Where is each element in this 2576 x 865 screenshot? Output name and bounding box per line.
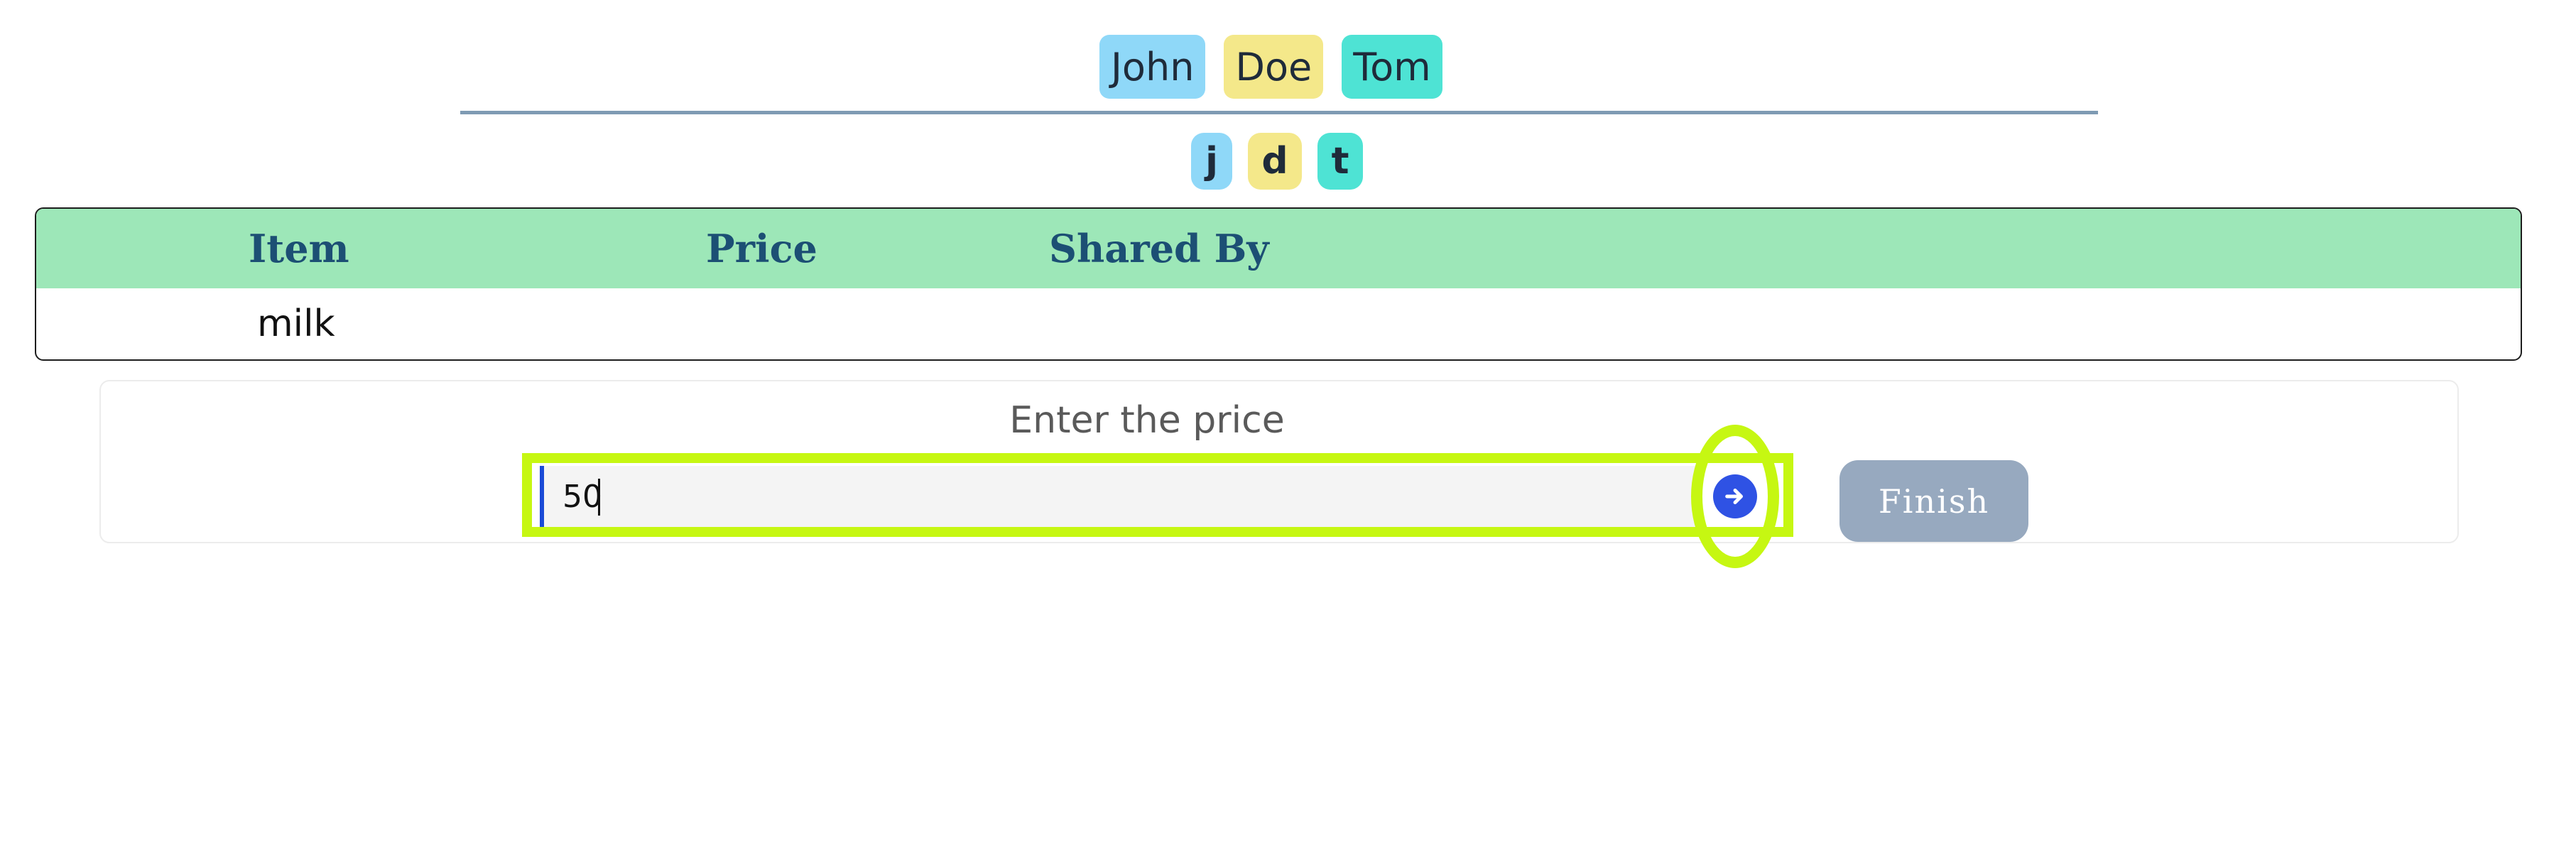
bill-split-page: John Doe Tom j d t Item Price Shared By … xyxy=(0,0,2576,865)
table-header-row xyxy=(36,209,2521,288)
column-header-item: Item xyxy=(249,226,349,271)
person-chip-doe[interactable]: Doe xyxy=(1224,35,1324,99)
person-chip-john[interactable]: John xyxy=(1099,35,1206,99)
items-table: Item Price Shared By milk xyxy=(35,207,2522,361)
initials-list: j d t xyxy=(1191,133,1363,190)
person-chip-tom[interactable]: Tom xyxy=(1342,35,1442,99)
initial-chip-j[interactable]: j xyxy=(1191,133,1232,190)
submit-highlight-ring xyxy=(1691,425,1779,568)
price-label: Enter the price xyxy=(1009,399,1285,442)
table-cell-item: milk xyxy=(257,303,335,345)
price-input[interactable] xyxy=(540,466,1702,527)
people-list: John Doe Tom xyxy=(1099,35,1442,99)
initial-chip-t[interactable]: t xyxy=(1317,133,1363,190)
column-header-price: Price xyxy=(706,226,817,271)
text-caret xyxy=(598,479,600,516)
initial-chip-d[interactable]: d xyxy=(1248,133,1302,190)
column-header-shared-by: Shared By xyxy=(1049,226,1269,271)
divider xyxy=(460,111,2098,114)
finish-button[interactable]: Finish xyxy=(1839,460,2028,542)
